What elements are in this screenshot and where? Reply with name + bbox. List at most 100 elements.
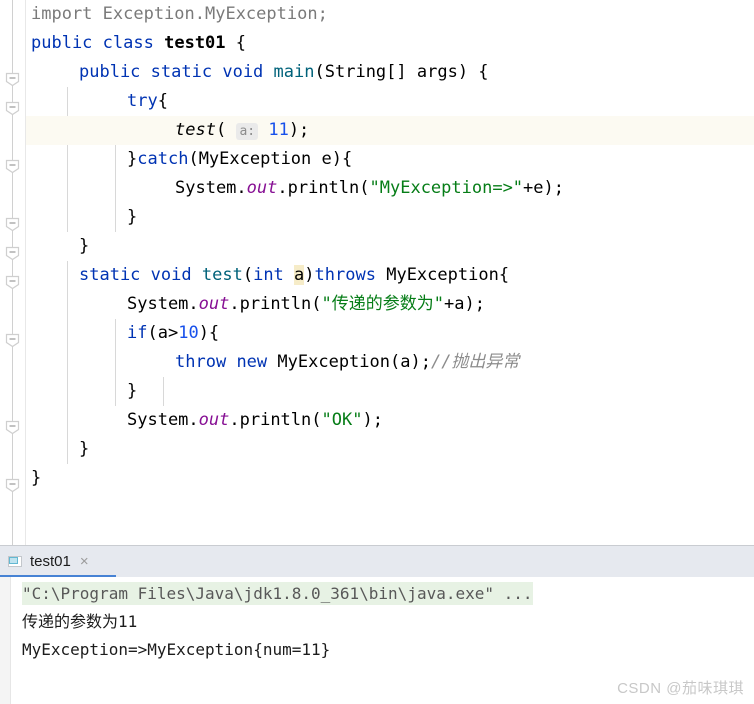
- code-token-punct: }: [127, 207, 138, 227]
- code-line[interactable]: }catch(MyException e){: [26, 145, 754, 174]
- console-output-line: MyException=>MyException{num=11}: [22, 640, 331, 659]
- code-token-class: System.: [175, 178, 247, 198]
- code-token-punct: {: [225, 33, 247, 53]
- code-token-field: out: [198, 410, 230, 430]
- code-token-keyword: void: [222, 62, 264, 82]
- code-token-keyword: static: [150, 62, 213, 82]
- fold-marker-method[interactable]: [5, 246, 20, 261]
- code-token-punct: (: [188, 149, 199, 169]
- code-token-keyword: public: [79, 62, 141, 82]
- fold-marker-class[interactable]: [5, 72, 20, 87]
- code-line[interactable]: System.out.println("OK");: [26, 406, 754, 435]
- fold-marker-if[interactable]: [5, 333, 20, 348]
- code-token-method: test: [201, 265, 243, 285]
- watermark: CSDN @茄味琪琪: [617, 680, 744, 697]
- code-token-class: System.: [127, 410, 199, 430]
- code-token-keyword: public: [31, 33, 93, 53]
- code-token-keyword: class: [102, 33, 154, 53]
- code-token-keyword: catch: [137, 149, 189, 169]
- code-line[interactable]: public class test01 {: [26, 29, 754, 58]
- code-token-keyword: if: [127, 323, 148, 343]
- code-token-keyword: static: [79, 265, 141, 285]
- code-token-punct: ): [304, 265, 315, 285]
- code-token-number: 10: [178, 323, 199, 343]
- code-token-string: "传递的参数为": [321, 294, 444, 314]
- console-output-line: 传递的参数为11: [22, 612, 138, 631]
- code-token-classname: test01: [164, 33, 226, 53]
- code-line[interactable]: throw new MyException(a);//抛出异常: [26, 348, 754, 377]
- code-line[interactable]: }: [26, 377, 754, 406]
- code-token-comment: //抛出异常: [430, 352, 520, 372]
- run-tab-test01[interactable]: test01 ×: [0, 546, 98, 577]
- code-token-type: MyException e: [198, 149, 332, 169]
- code-token-punct: }: [31, 468, 42, 488]
- run-console-icon: [8, 554, 23, 569]
- code-line[interactable]: System.out.println("传递的参数为"+a);: [26, 290, 754, 319]
- code-line[interactable]: }: [26, 464, 754, 493]
- code-token-punct: {: [157, 91, 168, 111]
- console-command-line: "C:\Program Files\Java\jdk1.8.0_361\bin\…: [12, 580, 754, 608]
- code-token-punct: +a);: [444, 294, 485, 314]
- identifier-highlight: a: [294, 265, 305, 285]
- code-token-punct: {: [498, 265, 510, 285]
- console-command-text: "C:\Program Files\Java\jdk1.8.0_361\bin\…: [22, 582, 533, 605]
- code-token-punct: }: [79, 236, 90, 256]
- code-token-field: out: [246, 178, 278, 198]
- code-token-method: .println: [229, 410, 312, 430]
- code-token-keyword: void: [150, 265, 192, 285]
- code-token-type: String[] args: [324, 62, 458, 82]
- code-line-highlighted[interactable]: test( a: 11);: [26, 116, 754, 145]
- fold-marker-test[interactable]: [5, 275, 20, 290]
- code-token-punct: (a>: [147, 323, 179, 343]
- code-line[interactable]: if(a>10){: [26, 319, 754, 348]
- run-tab-label: test01: [30, 553, 71, 570]
- code-token-string: "MyException=>": [369, 178, 524, 198]
- code-token-punct: (: [311, 410, 322, 430]
- code-line[interactable]: try{: [26, 87, 754, 116]
- editor-gutter[interactable]: [0, 0, 26, 545]
- code-token-keyword: throw: [175, 352, 227, 372]
- fold-marker-body[interactable]: [5, 420, 20, 435]
- code-token-punct: (: [314, 62, 325, 82]
- code-editor[interactable]: import Exception.MyException; public cla…: [0, 0, 754, 545]
- code-token-punct: }: [79, 439, 90, 459]
- code-line[interactable]: }: [26, 203, 754, 232]
- code-token-punct: ) {: [457, 62, 489, 82]
- code-line[interactable]: }: [26, 435, 754, 464]
- fold-marker-try[interactable]: [5, 159, 20, 174]
- code-token-field: out: [198, 294, 230, 314]
- parameter-hint: a:: [236, 123, 259, 140]
- code-token-punct: );: [288, 120, 310, 140]
- code-line[interactable]: import Exception.MyException;: [26, 0, 754, 29]
- run-tab-strip[interactable]: test01 ×: [0, 546, 754, 578]
- code-token-method: main: [273, 62, 315, 82]
- code-token-punct: (a);: [390, 352, 431, 372]
- code-token-punct: ){: [198, 323, 220, 343]
- code-line[interactable]: static void test(int a)throws MyExceptio…: [26, 261, 754, 290]
- fold-marker-main[interactable]: [5, 101, 20, 116]
- code-line[interactable]: System.out.println("MyException=>"+e);: [26, 174, 754, 203]
- console-gutter: [0, 577, 11, 704]
- code-line[interactable]: public static void main(String[] args) {: [26, 58, 754, 87]
- code-lines[interactable]: import Exception.MyException; public cla…: [26, 0, 754, 545]
- code-token-punct: }: [127, 149, 138, 169]
- code-token-punct: (: [311, 294, 322, 314]
- code-line[interactable]: }: [26, 232, 754, 261]
- fold-marker-catch[interactable]: [5, 217, 20, 232]
- code-token-punct: }: [127, 381, 138, 401]
- code-token-punct: );: [362, 410, 383, 430]
- code-token-number: 11: [258, 120, 289, 140]
- code-token-punct: (: [242, 265, 254, 285]
- close-icon[interactable]: ×: [80, 554, 89, 569]
- code-token-string: "OK": [321, 410, 363, 430]
- code-token-class: System.: [127, 294, 199, 314]
- code-token-method-call: test: [175, 120, 216, 140]
- fold-marker-end[interactable]: [5, 478, 20, 493]
- code-token-method: .println: [229, 294, 312, 314]
